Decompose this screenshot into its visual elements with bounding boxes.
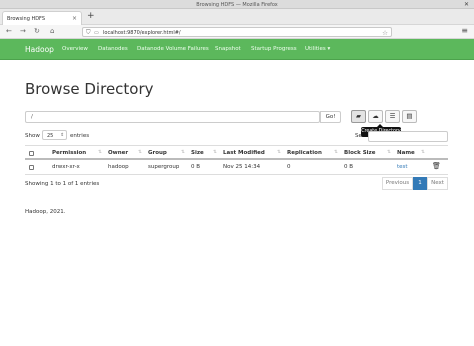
table-header-border (25, 158, 448, 160)
brand-logo[interactable]: Hadoop (25, 45, 54, 54)
tab-close-icon[interactable]: × (72, 15, 77, 22)
sort-icon: ⇅ (98, 150, 102, 155)
tab-title: Browsing HDFS (7, 15, 46, 22)
nav-startup-progress[interactable]: Startup Progress (251, 46, 297, 52)
create-directory-button[interactable]: ▰ (351, 110, 366, 123)
home-icon[interactable]: ⌂ (50, 27, 54, 35)
col-name[interactable]: Name (397, 150, 415, 156)
sort-icon: ⇅ (277, 150, 281, 155)
cell-size: 0 B (191, 164, 201, 170)
browser-tab[interactable]: Browsing HDFS × (2, 11, 82, 25)
cell-name-link[interactable]: test (397, 164, 408, 170)
search-input[interactable] (368, 131, 448, 142)
trash-icon[interactable]: 🗑 (432, 162, 441, 170)
folder-open-icon: ▰ (356, 112, 361, 120)
page-size-select[interactable]: 25 ⇕ (42, 130, 67, 140)
tab-bar: Browsing HDFS × + (0, 9, 474, 25)
upload-cloud-icon: ☁ (372, 112, 379, 120)
upload-button[interactable]: ☁ (368, 110, 383, 123)
nav-utilities[interactable]: Utilities ▾ (305, 46, 330, 52)
cell-owner: hadoop (108, 164, 129, 170)
cell-last-modified: Nov 25 14:34 (223, 164, 261, 170)
hadoop-navbar: Hadoop Overview Datanodes Datanode Volum… (0, 39, 474, 60)
col-group[interactable]: Group (148, 150, 167, 156)
nav-datanodes[interactable]: Datanodes (98, 46, 128, 52)
col-block-size[interactable]: Block Size (344, 150, 375, 156)
sort-icon: ⇅ (213, 150, 217, 155)
show-label: Show (25, 133, 40, 139)
page-title: Browse Directory (25, 80, 154, 98)
page-1-button[interactable]: 1 (413, 177, 427, 190)
window-titlebar: Browsing HDFS — Mozilla Firefox ✕ (0, 0, 474, 9)
window-title: Browsing HDFS — Mozilla Firefox (196, 1, 278, 8)
clipboard-icon: ▤ (406, 112, 413, 120)
cell-block-size: 0 B (344, 164, 354, 170)
paste-button[interactable]: ▤ (402, 110, 417, 123)
cell-group: supergroup (148, 164, 180, 170)
col-replication[interactable]: Replication (287, 150, 322, 156)
page-footer: Hadoop, 2021. (25, 209, 66, 215)
table-info: Showing 1 to 1 of 1 entries (25, 181, 100, 187)
reload-icon[interactable]: ↻ (34, 27, 40, 35)
address-bar[interactable]: ⛉ ▭ localhost:9870/explorer.html#/ ☆ (82, 27, 392, 37)
cell-replication: 0 (287, 164, 291, 170)
url-text: localhost:9870/explorer.html#/ (103, 29, 181, 36)
col-permission[interactable]: Permission (52, 150, 86, 156)
page-size-value: 25 (47, 132, 54, 139)
search-label: Se (355, 133, 362, 139)
cell-permission[interactable]: drwxr-xr-x (52, 164, 80, 170)
new-tab-icon[interactable]: + (87, 12, 95, 21)
col-last-modified[interactable]: Last Modified (223, 150, 265, 156)
col-owner[interactable]: Owner (108, 150, 128, 156)
select-caret-icon: ⇕ (60, 132, 64, 138)
nav-overview[interactable]: Overview (62, 46, 88, 52)
browser-toolbar: ← → ↻ ⌂ ⛉ ▭ localhost:9870/explorer.html… (0, 25, 474, 39)
row-checkbox[interactable] (29, 165, 34, 170)
directory-path-input[interactable]: / (25, 111, 320, 123)
sort-icon: ⇅ (334, 150, 338, 155)
nav-snapshot[interactable]: Snapshot (215, 46, 241, 52)
sort-icon: ⇅ (138, 150, 142, 155)
previous-page-button[interactable]: Previous (382, 177, 413, 190)
list-icon: ☰ (389, 112, 396, 120)
go-button[interactable]: Go! (320, 111, 341, 123)
select-all-checkbox[interactable] (29, 151, 34, 156)
forward-icon[interactable]: → (20, 27, 26, 35)
nav-volume-failures[interactable]: Datanode Volume Failures (137, 46, 209, 52)
sort-icon: ⇅ (387, 150, 391, 155)
next-page-button[interactable]: Next (427, 177, 448, 190)
page-info-icon[interactable]: ▭ (94, 30, 99, 36)
sort-icon: ⇅ (421, 150, 425, 155)
bookmark-star-icon[interactable]: ☆ (382, 29, 388, 37)
shield-icon: ⛉ (86, 29, 91, 36)
table-bottom-border (25, 174, 448, 175)
hamburger-menu-icon[interactable]: ≡ (461, 27, 468, 35)
table-top-border (25, 145, 448, 146)
entries-label: entries (70, 133, 90, 139)
cut-paste-button[interactable]: ☰ (385, 110, 400, 123)
back-icon[interactable]: ← (6, 27, 12, 35)
col-size[interactable]: Size (191, 150, 204, 156)
directory-path-value: / (31, 114, 33, 120)
sort-icon: ⇅ (181, 150, 185, 155)
window-close-icon[interactable]: ✕ (464, 1, 469, 8)
